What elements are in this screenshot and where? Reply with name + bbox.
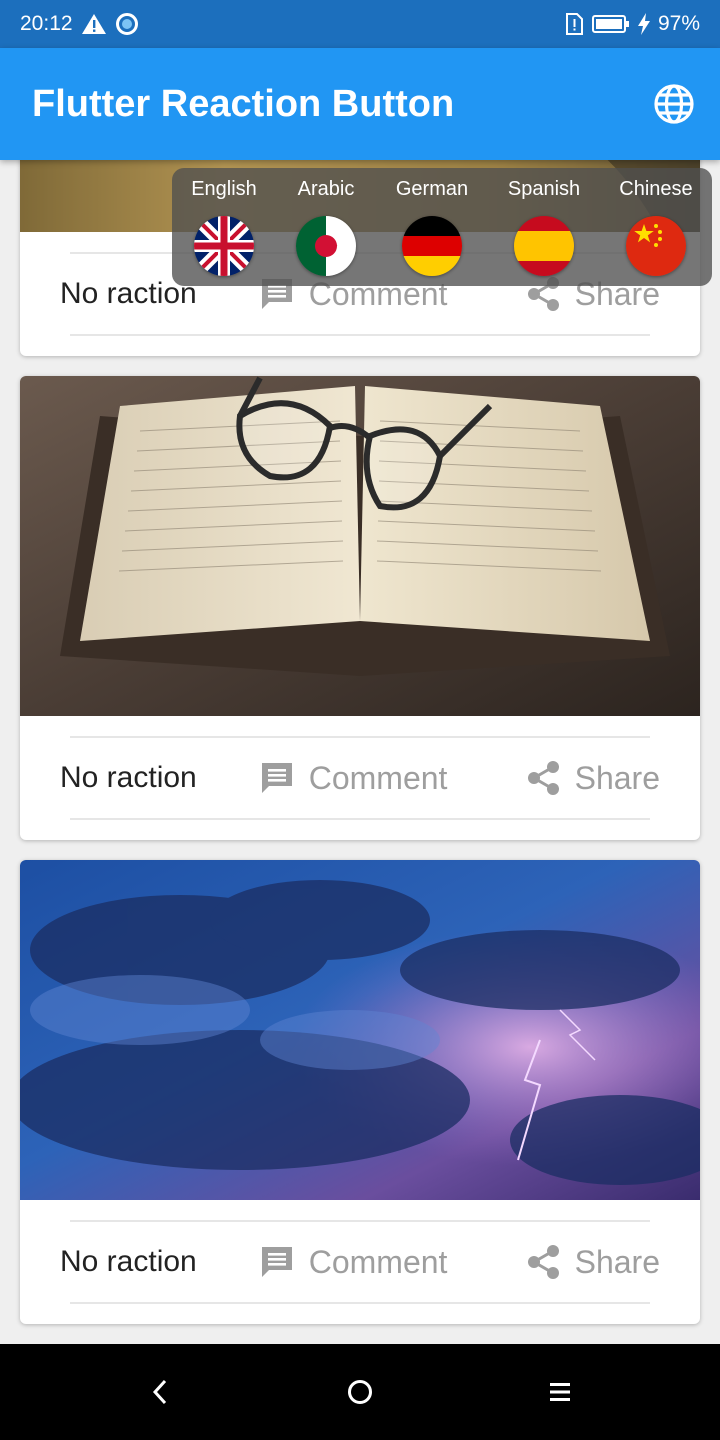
- language-option-chinese[interactable]: Chinese: [606, 168, 706, 286]
- comment-label: Comment: [308, 759, 448, 796]
- nav-home-button[interactable]: [340, 1372, 380, 1412]
- algeria-flag-icon: [296, 216, 356, 276]
- battery-percent: 97%: [657, 12, 700, 35]
- language-label: Arabic: [297, 178, 355, 200]
- system-nav-bar: [0, 1344, 720, 1440]
- nav-menu-button[interactable]: [540, 1372, 580, 1412]
- charging-bolt-icon: [637, 13, 650, 35]
- share-icon: [527, 1245, 559, 1279]
- language-option-german[interactable]: German: [382, 168, 482, 286]
- reaction-button[interactable]: No raction: [60, 761, 197, 795]
- spain-flag-icon: [514, 216, 574, 276]
- share-label: Share: [574, 759, 660, 796]
- germany-flag-icon: [402, 216, 462, 276]
- globe-icon: [654, 84, 694, 124]
- language-label: Spanish: [507, 178, 581, 200]
- comment-icon: [261, 763, 292, 793]
- sync-circle-icon: [115, 12, 139, 36]
- language-option-english[interactable]: English: [174, 168, 274, 286]
- back-icon: [152, 1379, 167, 1405]
- post-image-open-book: [20, 376, 700, 716]
- reaction-button[interactable]: No raction: [60, 1245, 197, 1279]
- menu-icon: [550, 1383, 570, 1401]
- warning-icon: [81, 12, 107, 36]
- home-icon: [348, 1380, 372, 1404]
- comment-button[interactable]: Comment: [259, 759, 448, 797]
- status-bar: 20:12 97%: [0, 0, 720, 48]
- sim-alert-icon: [564, 13, 584, 35]
- china-flag-icon: [626, 216, 686, 276]
- nav-back-button[interactable]: [140, 1372, 180, 1412]
- status-left: 20:12: [20, 12, 139, 36]
- share-label: Share: [574, 1243, 660, 1280]
- comment-icon: [261, 1247, 292, 1277]
- app-bar: Flutter Reaction Button: [0, 48, 720, 160]
- uk-flag-icon: [194, 216, 254, 276]
- post-card: No raction Comment Share: [20, 860, 700, 1324]
- status-time: 20:12: [20, 12, 73, 35]
- language-button[interactable]: [652, 82, 696, 126]
- share-icon: [527, 761, 559, 795]
- status-right: 97%: [564, 12, 700, 36]
- share-button[interactable]: Share: [527, 1244, 660, 1281]
- comment-label: Comment: [308, 1243, 448, 1280]
- language-option-spanish[interactable]: Spanish: [494, 168, 594, 286]
- post-card: No raction Comment Share: [20, 376, 700, 840]
- language-option-arabic[interactable]: Arabic: [276, 168, 376, 286]
- post-actions: No raction Comment Share: [60, 736, 660, 820]
- language-label: Chinese: [619, 178, 693, 200]
- post-image-storm-clouds: [20, 860, 700, 1200]
- post-actions: No raction Comment Share: [60, 1220, 660, 1304]
- comment-button[interactable]: Comment: [259, 1243, 448, 1281]
- language-popup: English Arabic German Spanish Chinese: [172, 168, 712, 286]
- page-title: Flutter Reaction Button: [32, 82, 455, 125]
- language-label: English: [191, 178, 257, 200]
- share-button[interactable]: Share: [527, 760, 660, 797]
- battery-icon: [591, 14, 630, 34]
- language-label: German: [395, 178, 469, 200]
